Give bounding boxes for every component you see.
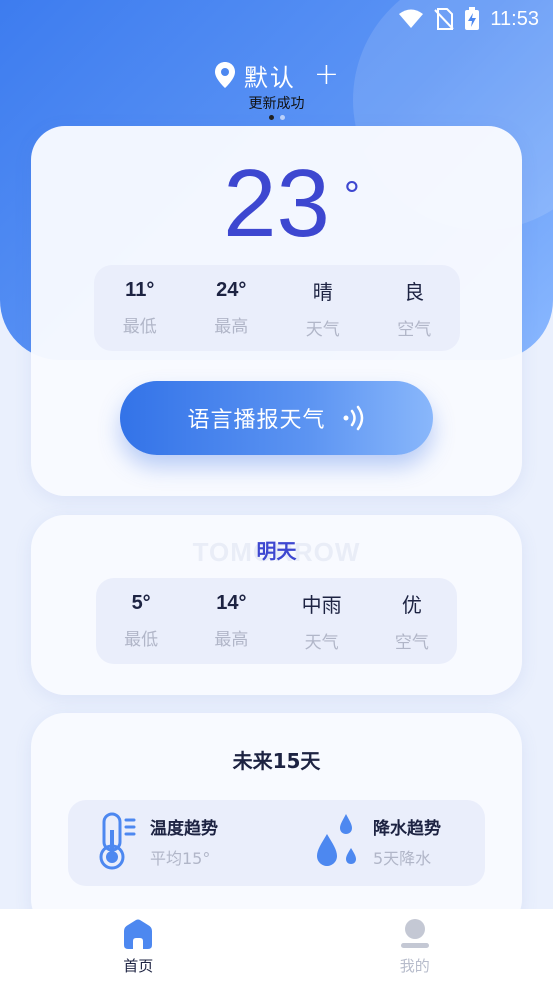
rain-drops-icon [317,814,356,866]
rain-trend[interactable]: 降水趋势 5天降水 [313,812,441,870]
battery-charging-icon [465,7,480,30]
stat-weather: 中雨 天气 [282,589,362,653]
location-selector[interactable]: 默认 + [0,57,553,93]
stat-value: 优 [401,593,422,617]
trend-name: 温度趋势 [150,818,218,839]
stat-label: 最低 [124,630,159,650]
bottom-tab-bar: 首页 我的 [0,909,553,983]
wifi-icon [399,9,424,28]
stat-value: 良 [404,280,425,304]
stat-label: 空气 [397,320,432,340]
location-pin-icon [214,62,235,88]
page-dot [279,115,285,120]
stat-value: 14° [216,592,247,614]
stat-high: 14° 最高 [191,592,271,650]
stat-low: 5° 最低 [101,592,181,650]
tab-label: 首页 [123,957,154,975]
status-bar: 11:53 [0,0,553,38]
stat-high: 24° 最高 [191,279,271,337]
stat-value: 晴 [312,280,333,304]
add-location-button[interactable]: + [314,60,339,90]
stat-value: 24° [216,279,247,301]
sound-wave-icon [343,405,363,431]
current-temperature: 23 ° [31,156,522,252]
trend-name: 降水趋势 [373,818,441,839]
trend-sub: 平均15° [150,848,211,868]
stat-label: 最高 [214,630,249,650]
stat-label: 最高 [214,317,249,337]
current-temperature-value: 23 [223,150,330,257]
home-icon [124,919,153,949]
trend-sub: 5天降水 [373,848,432,868]
page-indicator [0,115,553,120]
tomorrow-stats: 5° 最低 14° 最高 中雨 天气 优 空气 [96,578,457,664]
tomorrow-weather-card[interactable]: TOMORROW 明天 5° 最低 14° 最高 中雨 天气 优 空气 [31,515,522,695]
no-sim-icon [434,8,455,30]
today-stats: 11° 最低 24° 最高 晴 天气 良 空气 [94,265,460,351]
stat-value: 5° [131,592,151,614]
trend-box: 温度趋势 平均15° 降水趋势 5天降水 [68,800,485,886]
stat-label: 最低 [122,317,157,337]
degree-symbol: ° [343,174,360,218]
forecast-title: 未来15天 [232,749,321,773]
stat-label: 空气 [394,633,429,653]
temperature-trend[interactable]: 温度趋势 平均15° [98,812,218,870]
tab-home[interactable]: 首页 [0,909,277,983]
thermometer-icon [99,812,136,870]
update-toast: 更新成功 [248,96,305,112]
stat-air: 优 空气 [372,589,452,653]
stat-label: 天气 [304,633,339,653]
stat-weather: 晴 天气 [283,276,363,340]
status-time: 11:53 [490,7,539,30]
location-name: 默认 [243,63,296,92]
stat-value: 中雨 [301,593,342,617]
page-dot-active [268,115,274,120]
stat-air: 良 空气 [374,276,454,340]
forecast-card: 未来15天 温度趋势 平均15° 降水趋势 5天降水 [31,713,522,933]
stat-value: 11° [125,279,155,301]
tab-profile[interactable]: 我的 [277,909,553,983]
stat-label: 天气 [305,320,340,340]
tab-label: 我的 [399,957,430,975]
user-icon [400,919,429,948]
stat-low: 11° 最低 [100,279,180,337]
voice-broadcast-button[interactable]: 语言播报天气 [120,381,433,455]
tomorrow-title: 明天 [256,539,297,563]
voice-broadcast-label: 语言播报天气 [187,408,326,433]
today-weather-card: 23 ° 11° 最低 24° 最高 晴 天气 良 空气 语言播报天气 [31,126,522,496]
